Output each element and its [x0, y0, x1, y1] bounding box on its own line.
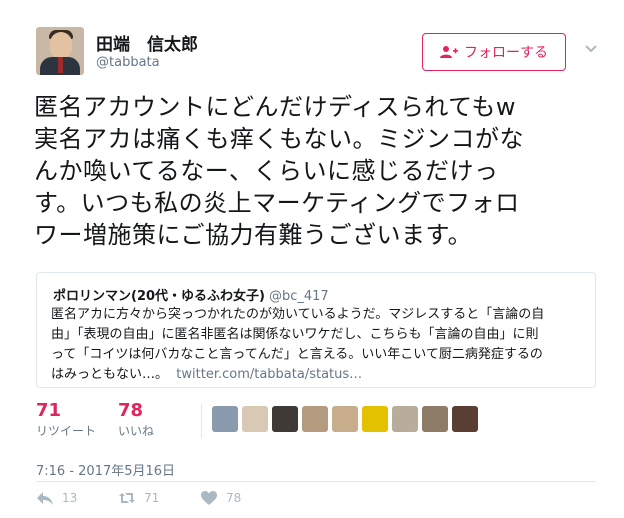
quoted-tweet-text: 匿名アカに方々から突っつかれたのが効いているようだ。マジレスすると「言論の自 由…	[51, 305, 587, 385]
tweet-header: 田端 信太郎 @tabbata フォローする	[0, 0, 624, 80]
liker-avatar[interactable]	[452, 406, 478, 432]
liker-avatar[interactable]	[302, 406, 328, 432]
retweet-icon	[119, 493, 135, 503]
like-count: 78	[118, 400, 144, 421]
tweet-line: す。いつも私の炎上マーケティングでフォロ	[34, 189, 520, 217]
stats-divider	[201, 404, 202, 438]
like-stat[interactable]: 78 いいね	[118, 400, 154, 439]
tweet-text: 匿名アカウントにどんだけディスられてもw 実名アカは痛くも痒くもない。ミジンコが…	[34, 91, 594, 251]
retweet-action-count: 71	[144, 491, 160, 505]
quoted-line: 由」「表現の自由」に匿名非匿名は関係ないワケだし、こちらも「言論の自由」に則	[51, 327, 539, 342]
quoted-display-name: ポロリンマン(20代・ゆるふわ女子)	[53, 289, 265, 304]
reply-button[interactable]: 13	[36, 490, 77, 506]
tweet-line: 匿名アカウントにどんだけディスられてもw	[34, 93, 517, 121]
liker-avatar[interactable]	[332, 406, 358, 432]
quoted-line: って「コイツは何バカなこと言ってんだ」と言える。いい年こいて厨二病発症するの	[51, 347, 543, 362]
follow-button-label: フォローする	[464, 45, 548, 61]
quoted-tweet[interactable]: ポロリンマン(20代・ゆるふわ女子) @bc_417 匿名アカに方々から突っつかれ…	[36, 272, 596, 388]
liker-avatar[interactable]	[362, 406, 388, 432]
chevron-down-icon[interactable]	[583, 40, 599, 56]
display-name[interactable]: 田端 信太郎	[96, 30, 198, 55]
like-label: いいね	[118, 424, 155, 438]
tweet-line: ワー増施策にご協力有難うございます。	[34, 221, 473, 249]
tweet-actions: 13 71 78	[36, 490, 596, 512]
like-action-count: 78	[226, 491, 242, 505]
add-user-icon	[440, 46, 458, 58]
tweet-line: んか喚いてるなー、くらいに感じるだけっ	[34, 157, 499, 185]
liker-avatar[interactable]	[422, 406, 448, 432]
liker-avatar[interactable]	[212, 406, 238, 432]
liker-avatar[interactable]	[242, 406, 268, 432]
retweet-button[interactable]: 71	[118, 490, 159, 506]
quoted-handle: @bc_417	[268, 289, 329, 304]
retweet-stat[interactable]: 71 リツイート	[36, 400, 96, 439]
liker-avatar[interactable]	[392, 406, 418, 432]
quoted-link[interactable]: twitter.com/tabbata/status…	[176, 367, 362, 382]
quoted-line: はみっともない…。 twitter.com/tabbata/status…	[51, 365, 587, 385]
reply-count: 13	[62, 491, 78, 505]
quoted-tweet-header: ポロリンマン(20代・ゆるふわ女子) @bc_417	[53, 285, 329, 304]
heart-icon	[201, 491, 217, 505]
retweet-count: 71	[36, 400, 62, 421]
liker-avatars	[212, 406, 478, 434]
avatar[interactable]	[36, 27, 84, 75]
retweet-label: リツイート	[36, 424, 97, 438]
reply-icon	[37, 492, 53, 505]
liker-avatar[interactable]	[272, 406, 298, 432]
tweet-timestamp[interactable]: 7:16 - 2017年5月16日	[36, 460, 175, 479]
follow-button[interactable]: フォローする	[422, 33, 566, 71]
tweet-line: 実名アカは痛くも痒くもない。ミジンコがな	[34, 125, 524, 153]
divider	[36, 481, 596, 482]
quoted-line-end: はみっともない…。	[51, 367, 169, 382]
like-button[interactable]: 78	[200, 490, 241, 506]
tweet-stats: 71 リツイート 78 いいね	[36, 400, 596, 444]
avatar-face	[50, 32, 72, 58]
quoted-line: 匿名アカに方々から突っつかれたのが効いているようだ。マジレスすると「言論の自	[51, 307, 545, 322]
user-handle[interactable]: @tabbata	[96, 55, 160, 70]
avatar-tie	[58, 57, 63, 73]
